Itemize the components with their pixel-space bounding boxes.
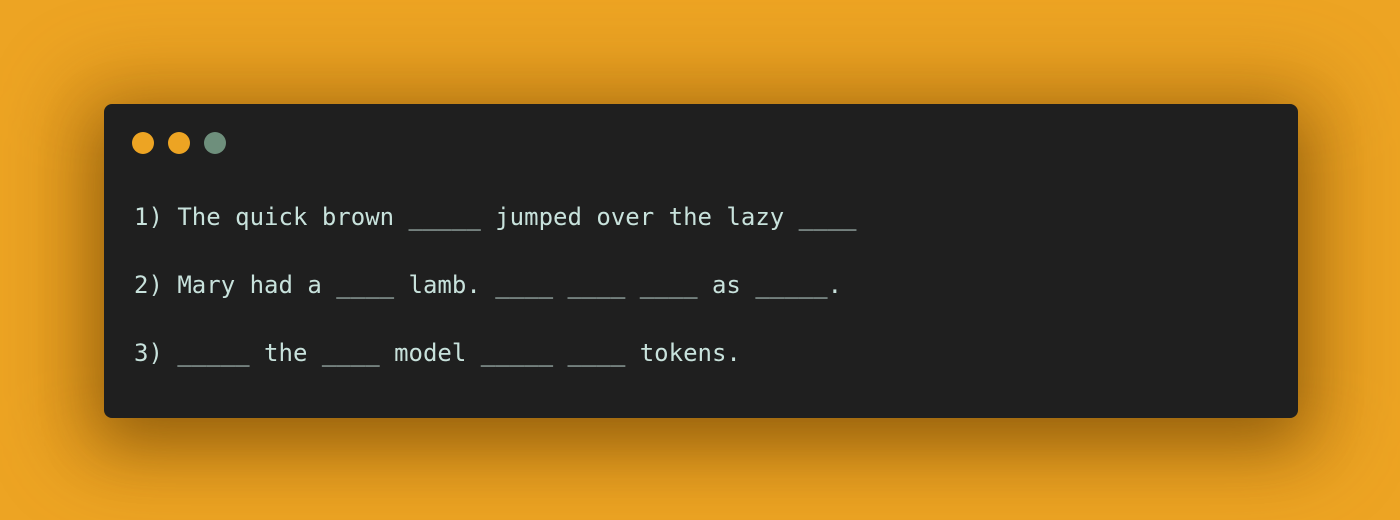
code-line-1: 1) The quick brown _____ jumped over the… [134,203,857,231]
minimize-dot-icon[interactable] [168,132,190,154]
close-dot-icon[interactable] [132,132,154,154]
maximize-dot-icon[interactable] [204,132,226,154]
window-controls [132,132,226,154]
code-line-2: 2) Mary had a ____ lamb. ____ ____ ____ … [134,271,843,299]
code-lines: 1) The quick brown _____ jumped over the… [134,200,856,404]
code-line-3: 3) _____ the ____ model _____ ____ token… [134,339,741,367]
code-window: 1) The quick brown _____ jumped over the… [104,104,1298,418]
